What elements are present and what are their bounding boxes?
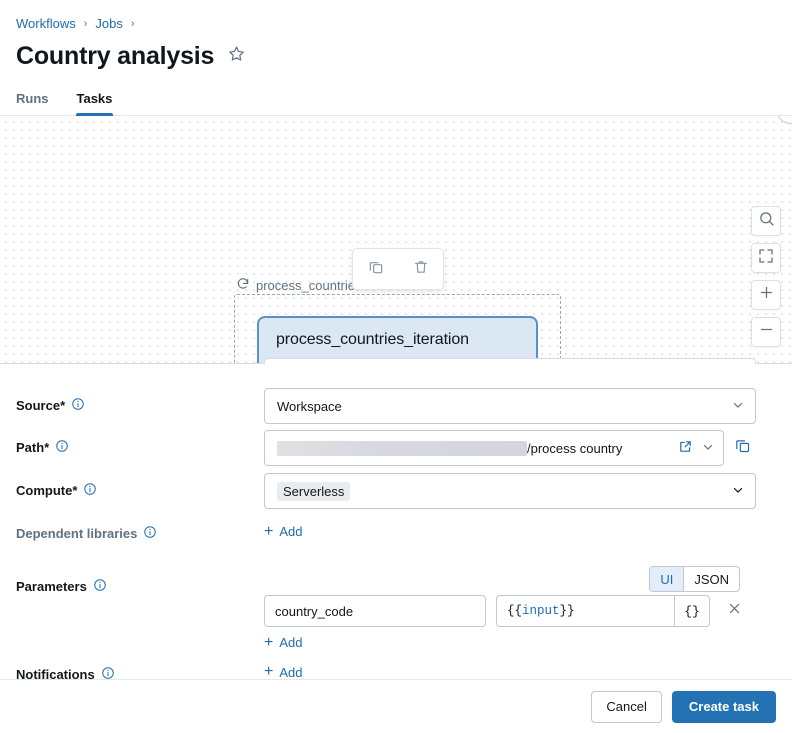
page-header: Workflows › Jobs › Country analysis bbox=[0, 0, 792, 71]
delete-task-button[interactable] bbox=[407, 255, 435, 283]
info-icon[interactable] bbox=[55, 439, 69, 456]
create-task-button[interactable]: Create task bbox=[672, 691, 776, 723]
canvas-search-button[interactable] bbox=[751, 206, 781, 236]
source-select[interactable]: Workspace bbox=[264, 388, 756, 424]
fit-screen-icon bbox=[758, 248, 774, 269]
parameter-value-input[interactable]: {{input}} bbox=[496, 595, 674, 627]
path-redacted-prefix bbox=[277, 441, 527, 456]
path-value: /process country bbox=[277, 441, 670, 456]
tab-runs[interactable]: Runs bbox=[16, 91, 49, 115]
canvas-fit-button[interactable] bbox=[751, 243, 781, 273]
compute-control: Serverless bbox=[264, 473, 776, 509]
parameter-braces-button[interactable]: {} bbox=[674, 595, 710, 627]
parameters-mode-toggle: UI JSON bbox=[649, 566, 740, 592]
task-node-process-countries-iteration[interactable]: process_countries_iteration /process cou… bbox=[257, 316, 538, 364]
path-value-suffix: /process country bbox=[527, 441, 622, 456]
source-label-group: Source* bbox=[16, 388, 264, 414]
minus-icon bbox=[758, 321, 775, 343]
compute-label-group: Compute* bbox=[16, 473, 264, 499]
source-select-value: Workspace bbox=[277, 399, 731, 414]
info-icon[interactable] bbox=[143, 525, 157, 542]
tab-bar: Runs Tasks bbox=[0, 85, 792, 116]
chevron-down-icon bbox=[731, 483, 745, 500]
search-icon bbox=[758, 210, 775, 232]
add-dependent-library-button[interactable]: + Add bbox=[264, 516, 302, 539]
compute-select-value-wrap: Serverless bbox=[277, 484, 731, 499]
page-title: Country analysis bbox=[16, 41, 214, 71]
source-label: Source* bbox=[16, 398, 65, 413]
parameters-label-group: Parameters bbox=[16, 569, 264, 595]
plus-icon: + bbox=[264, 666, 273, 678]
plus-icon bbox=[758, 284, 775, 306]
form-row-path: Path* /process country bbox=[16, 430, 776, 466]
loop-group-label: process_countries bbox=[236, 277, 362, 294]
source-control: Workspace bbox=[264, 388, 776, 424]
form-row-parameters: Parameters UI JSON country_code {{input}… bbox=[16, 569, 776, 652]
form-row-source: Source* Workspace bbox=[16, 388, 776, 424]
canvas-controls bbox=[751, 206, 781, 347]
canvas-zoom-out-button[interactable] bbox=[751, 317, 781, 347]
parameter-row: country_code {{input}} {} bbox=[264, 595, 776, 627]
title-row: Country analysis bbox=[16, 41, 776, 71]
dependent-libraries-control: + Add bbox=[264, 516, 776, 541]
canvas-zoom-in-button[interactable] bbox=[751, 280, 781, 310]
notifications-control: + Add bbox=[264, 657, 776, 682]
path-control: /process country bbox=[264, 430, 776, 466]
parameter-value-suffix: }} bbox=[560, 604, 575, 618]
add-parameter-button[interactable]: + Add bbox=[264, 627, 302, 650]
breadcrumb: Workflows › Jobs › bbox=[16, 16, 776, 32]
form-row-dependent-libraries: Dependent libraries + Add bbox=[16, 516, 776, 552]
task-node-toolbar bbox=[352, 248, 444, 290]
task-node-title: process_countries_iteration bbox=[276, 330, 520, 350]
breadcrumb-item-workflows[interactable]: Workflows bbox=[16, 16, 76, 32]
path-label-group: Path* bbox=[16, 430, 264, 456]
parameter-key-input[interactable]: country_code bbox=[264, 595, 486, 627]
add-dependent-library-label: Add bbox=[279, 524, 302, 539]
parameters-mode-ui[interactable]: UI bbox=[650, 567, 684, 591]
info-icon[interactable] bbox=[83, 482, 97, 499]
compute-select[interactable]: Serverless bbox=[264, 473, 756, 509]
breadcrumb-separator: › bbox=[84, 16, 88, 32]
parameters-mode-json[interactable]: JSON bbox=[684, 567, 739, 591]
trash-icon bbox=[413, 259, 429, 280]
plus-icon: + bbox=[264, 526, 273, 538]
loop-repeat-icon bbox=[236, 277, 250, 294]
info-icon[interactable] bbox=[71, 397, 85, 414]
tab-tasks[interactable]: Tasks bbox=[77, 91, 113, 115]
add-notification-label: Add bbox=[279, 665, 302, 680]
duplicate-task-button[interactable] bbox=[362, 255, 390, 283]
panel-footer: Cancel Create task bbox=[0, 679, 792, 733]
parameter-value-prefix: {{ bbox=[507, 604, 522, 618]
copy-path-button[interactable] bbox=[734, 437, 751, 459]
task-config-panel: Source* Workspace Path* bbox=[0, 364, 792, 684]
external-link-icon[interactable] bbox=[678, 439, 693, 457]
parameter-value-group: {{input}} {} bbox=[496, 595, 710, 627]
chevron-down-icon bbox=[731, 398, 745, 415]
close-icon bbox=[727, 601, 742, 621]
compute-label: Compute* bbox=[16, 483, 77, 498]
path-label: Path* bbox=[16, 440, 49, 455]
breadcrumb-separator: › bbox=[131, 16, 135, 32]
form-row-compute: Compute* Serverless bbox=[16, 473, 776, 509]
add-parameter-label: Add bbox=[279, 635, 302, 650]
parameter-value-name: input bbox=[522, 604, 560, 618]
copy-icon bbox=[368, 259, 384, 280]
task-graph-canvas[interactable]: process_countries process_countries_iter… bbox=[0, 116, 792, 364]
remove-parameter-button[interactable] bbox=[720, 595, 748, 627]
compute-select-value: Serverless bbox=[277, 482, 350, 501]
loop-group-name: process_countries bbox=[256, 278, 362, 293]
add-notification-button[interactable]: + Add bbox=[264, 657, 302, 680]
chevron-down-icon[interactable] bbox=[701, 440, 715, 457]
path-field[interactable]: /process country bbox=[264, 430, 724, 466]
star-outline-icon[interactable] bbox=[228, 45, 245, 67]
parameters-label: Parameters bbox=[16, 579, 87, 594]
canvas-corner-button[interactable] bbox=[776, 116, 792, 124]
parameters-control: UI JSON country_code {{input}} {} bbox=[264, 569, 776, 652]
dependent-libraries-label: Dependent libraries bbox=[16, 526, 137, 541]
dependent-libraries-label-group: Dependent libraries bbox=[16, 516, 264, 542]
cancel-button[interactable]: Cancel bbox=[591, 691, 661, 723]
breadcrumb-item-jobs[interactable]: Jobs bbox=[95, 16, 122, 32]
info-icon[interactable] bbox=[93, 578, 107, 595]
plus-icon: + bbox=[264, 637, 273, 649]
